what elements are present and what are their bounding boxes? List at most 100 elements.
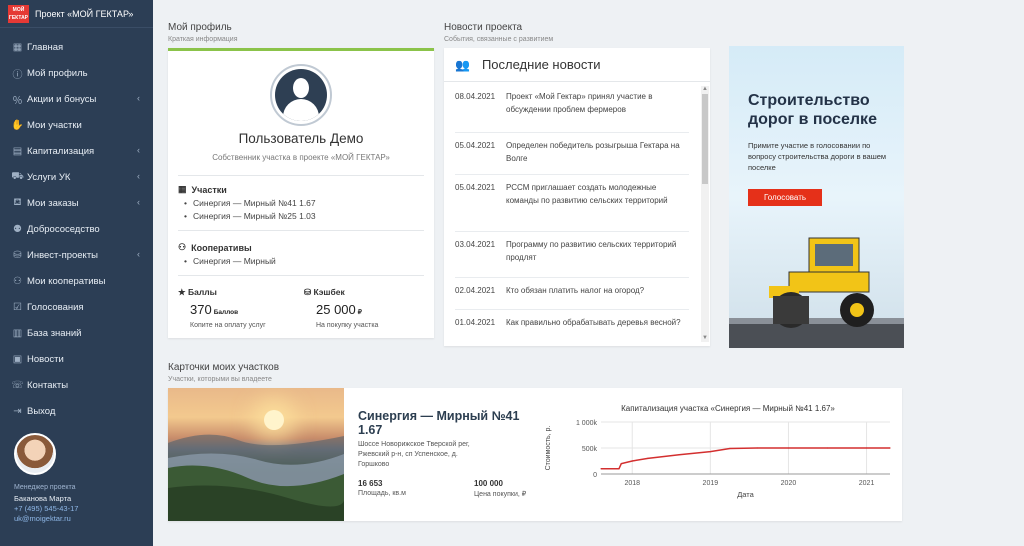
vote-button[interactable]: Голосовать xyxy=(748,189,822,206)
group-icon: ⚇ xyxy=(13,275,22,287)
data-point xyxy=(865,447,868,449)
check-icon: ☑ xyxy=(13,301,22,313)
sidebar-item[interactable]: ⓘ Мой профиль xyxy=(0,60,153,86)
x-tick-label: 2021 xyxy=(859,480,875,487)
user-silhouette-icon xyxy=(275,69,327,121)
sidebar-item[interactable]: ▥ База знаний xyxy=(0,320,153,346)
news-item[interactable]: 05.04.2021 РССМ приглашает создать молоде… xyxy=(455,181,689,207)
news-item[interactable]: 02.04.2021 Кто обязан платить налог на ог… xyxy=(455,284,689,297)
info-icon: ⓘ xyxy=(12,69,23,81)
manager-email[interactable]: uk@moigektar.ru xyxy=(14,514,78,524)
sidebar-item[interactable]: ⛟ Услуги УК ‹ xyxy=(0,164,153,190)
news-section-title: Новости проекта xyxy=(444,22,523,33)
news-item[interactable]: 05.04.2021 Определен победитель розыгрыша… xyxy=(455,139,689,165)
news-icon: ▣ xyxy=(12,353,23,365)
scroll-thumb[interactable] xyxy=(702,94,708,184)
lot-photo[interactable] xyxy=(168,388,344,521)
points-note: Копите на оплату услуг xyxy=(190,322,266,329)
chart-icon: ▤ xyxy=(12,145,23,157)
news-item[interactable]: 01.04.2021 Как правильно обрабатывать дер… xyxy=(455,316,689,329)
manager-phone[interactable]: +7 (495) 545-43-17 xyxy=(14,504,78,514)
chevron-left-icon[interactable]: ‹ xyxy=(137,171,140,181)
user-avatar xyxy=(270,64,332,126)
x-tick-label: 2018 xyxy=(624,480,640,487)
sidebar-item[interactable]: ⛁ Инвест-проекты ‹ xyxy=(0,242,153,268)
banner-title: Строительство дорог в поселке xyxy=(748,92,877,128)
people-icon: ⚉ xyxy=(13,223,22,235)
chevron-left-icon[interactable]: ‹ xyxy=(137,197,140,207)
sidebar-nav: ▦ Главная ⓘ Мой профиль ％ Акции и бонусы ‹ ✋ Мои… xyxy=(0,34,153,424)
sidebar-item[interactable]: ⚇ Мои кооперативы xyxy=(0,268,153,294)
manager-avatar xyxy=(14,433,56,475)
sidebar-item-label: Выход xyxy=(27,405,56,417)
plot-item[interactable]: Синергия — Мирный №41 1.67 xyxy=(184,198,316,208)
data-point xyxy=(756,447,758,449)
sidebar-item-label: Добрососедство xyxy=(27,223,100,235)
user-name: Пользователь Демо xyxy=(238,131,364,146)
news-text: РССМ приглашает создать молодежные коман… xyxy=(506,183,668,205)
news-scrollbar[interactable]: ▲ ▼ xyxy=(701,86,709,342)
news-text: Кто обязан платить налог на огород? xyxy=(506,286,645,295)
profile-section-subtitle: Краткая информация xyxy=(168,36,238,43)
news-card-header: 👥 Последние новости xyxy=(444,48,710,82)
data-point xyxy=(889,447,891,449)
users-icon: 👥 xyxy=(455,57,470,72)
scroll-up-arrow-icon[interactable]: ▲ xyxy=(701,86,709,92)
y-tick-label: 0 xyxy=(593,472,597,479)
scroll-down-arrow-icon[interactable]: ▼ xyxy=(701,335,709,341)
x-tick-label: 2019 xyxy=(703,480,719,487)
news-separator xyxy=(455,132,689,133)
cashback-value: 25 000 ₽ xyxy=(316,302,362,317)
news-text: Программу по развитию сельских территори… xyxy=(506,240,677,262)
app-title: Проект «МОЙ ГЕКТАР» xyxy=(35,8,134,19)
news-date: 05.04.2021 xyxy=(455,183,496,192)
data-point xyxy=(709,451,711,453)
chevron-left-icon[interactable]: ‹ xyxy=(137,145,140,155)
logo-row[interactable]: МОЙ ГЕКТАР Проект «МОЙ ГЕКТАР» xyxy=(0,0,153,28)
sidebar-item-label: Услуги УК xyxy=(27,171,71,183)
sidebar-item[interactable]: ⇥ Выход xyxy=(0,398,153,424)
road-roller-image xyxy=(729,237,904,348)
news-separator xyxy=(455,231,689,232)
data-point xyxy=(826,447,829,449)
plot-item[interactable]: Синергия — Мирный №25 1.03 xyxy=(184,211,316,221)
points-value: 370 Баллов xyxy=(190,302,239,317)
coins-icon: ⛁ xyxy=(304,287,312,297)
lot-address: Шоссе Новорижское Тверской рег, Ржевский… xyxy=(358,441,470,468)
sidebar-item-label: Акции и бонусы xyxy=(27,93,97,105)
sidebar-item-label: Контакты xyxy=(27,379,69,391)
news-item[interactable]: 03.04.2021 Программу по развитию сельских… xyxy=(455,238,689,264)
chevron-left-icon[interactable]: ‹ xyxy=(137,93,140,103)
coop-item[interactable]: Синергия — Мирный xyxy=(184,256,276,266)
news-item[interactable]: 08.04.2021 Проект «Мой Гектар» принял уча… xyxy=(455,90,689,116)
logo: МОЙ ГЕКТАР xyxy=(8,4,29,23)
sidebar-item[interactable]: ✋ Мои участки xyxy=(0,112,153,138)
sidebar-item[interactable]: ％ Акции и бонусы ‹ xyxy=(0,86,153,112)
sidebar-item[interactable]: ▣ Новости xyxy=(0,346,153,372)
manager-label: Менеджер проекта xyxy=(14,484,76,491)
sidebar-item[interactable]: ☏ Контакты xyxy=(0,372,153,398)
data-point xyxy=(631,460,633,462)
news-separator xyxy=(455,277,689,278)
lot-title[interactable]: Синергия — Мирный №41 1.67 xyxy=(358,409,528,437)
lots-section-subtitle: Участки, которыми вы владеете xyxy=(168,376,272,383)
x-tick-label: 2020 xyxy=(781,480,797,487)
news-date: 05.04.2021 xyxy=(455,141,496,150)
profile-section-title: Мой профиль xyxy=(168,22,232,33)
chevron-left-icon[interactable]: ‹ xyxy=(137,249,140,259)
sidebar-item[interactable]: ⛾ Мои заказы ‹ xyxy=(0,190,153,216)
data-point xyxy=(678,454,680,456)
banner-text: Примите участие в голосовании по вопросу… xyxy=(748,141,887,172)
data-point xyxy=(618,468,620,470)
news-text: Проект «Мой Гектар» принял участие в обс… xyxy=(506,92,653,114)
x-axis-label: Дата xyxy=(737,490,754,499)
area-label: Площадь, кв.м xyxy=(358,490,406,497)
user-role: Собственник участка в проекте «МОЙ ГЕКТА… xyxy=(212,153,390,162)
sidebar-item[interactable]: ▦ Главная xyxy=(0,34,153,60)
series-line xyxy=(601,447,890,470)
coins-icon: ⛁ xyxy=(13,249,22,261)
data-point xyxy=(647,457,649,459)
sidebar-item[interactable]: ☑ Голосования xyxy=(0,294,153,320)
sidebar-item[interactable]: ▤ Капитализация ‹ xyxy=(0,138,153,164)
sidebar-item[interactable]: ⚉ Добрососедство xyxy=(0,216,153,242)
